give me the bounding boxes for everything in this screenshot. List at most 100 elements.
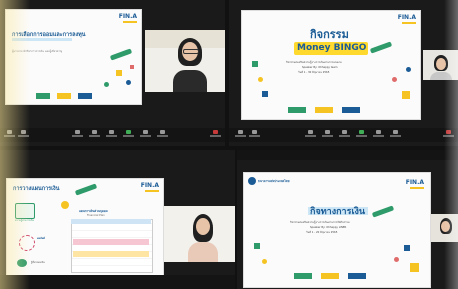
presenter-shirt bbox=[173, 70, 207, 92]
participants-button[interactable] bbox=[322, 130, 333, 139]
share-screen-icon bbox=[126, 130, 131, 134]
record-button[interactable] bbox=[373, 130, 384, 139]
shield-icon bbox=[75, 130, 80, 134]
end-call-icon bbox=[213, 130, 218, 134]
shared-slide-finance-activity: ธนาคารแห่งประเทศไทย FIN.A กิจทางการเงิน … bbox=[243, 172, 431, 288]
decor-yellow-dot bbox=[258, 77, 263, 82]
pencil-icon bbox=[369, 41, 393, 54]
concept-box-3-label: รู้ที่มาของเงิน bbox=[31, 261, 45, 264]
smile-icon bbox=[393, 130, 398, 134]
video-button[interactable] bbox=[249, 130, 260, 139]
decor-blue-square bbox=[404, 245, 410, 251]
decor-blue-square bbox=[262, 91, 268, 97]
logo-underline bbox=[402, 22, 416, 24]
chat-button[interactable] bbox=[339, 130, 350, 139]
mute-button[interactable] bbox=[235, 130, 246, 139]
reactions-button[interactable] bbox=[157, 130, 168, 139]
brand-logo: FIN.A bbox=[140, 182, 159, 189]
pencil-icon bbox=[109, 48, 133, 61]
end-button[interactable] bbox=[443, 130, 454, 139]
share-label bbox=[123, 135, 134, 137]
people-icon bbox=[325, 130, 330, 134]
decor-bottom-bars bbox=[294, 273, 384, 279]
decor-yellow-dot bbox=[262, 259, 267, 264]
bingo-desc-line2: Speaker By: Ohhappy team bbox=[302, 66, 338, 69]
reactions-button[interactable] bbox=[390, 130, 401, 139]
camera-icon bbox=[21, 130, 26, 134]
bingo-desc-line1: กิจกรรมส่งเสริมความรู้ทางการเงินผ่านการเ… bbox=[286, 61, 342, 64]
record-button[interactable] bbox=[140, 130, 151, 139]
meeting-toolbar bbox=[229, 128, 458, 142]
shared-slide-money-bingo: FIN.A กิจกรรม Money BINGO กิจกรรมส่งเสริ… bbox=[241, 10, 421, 120]
decor-red-dot bbox=[392, 77, 397, 82]
concept-box-1-label: ความรู้ทางการเงิน bbox=[15, 219, 34, 222]
meeting-window-bottom-right: ธนาคารแห่งประเทศไทย FIN.A กิจทางการเงิน … bbox=[237, 150, 458, 289]
end-label bbox=[443, 135, 454, 137]
microphone-icon bbox=[238, 130, 243, 134]
plan-table-highlight-2 bbox=[73, 251, 149, 257]
activity-desc-line1: กิจกรรมส่งเสริมความรู้ทางการเงินผ่านการจ… bbox=[290, 221, 350, 224]
security-label bbox=[305, 135, 316, 137]
shield-icon bbox=[308, 130, 313, 134]
microphone-icon bbox=[7, 130, 12, 134]
logo-underline bbox=[145, 190, 159, 192]
participant-face bbox=[441, 221, 450, 232]
decor-green-square bbox=[254, 243, 260, 249]
brand-logo: FIN.A bbox=[397, 14, 416, 21]
video-label bbox=[249, 135, 260, 137]
record-icon bbox=[143, 130, 148, 134]
share-button[interactable] bbox=[123, 130, 134, 139]
decor-bottom-bars bbox=[36, 93, 106, 99]
security-button[interactable] bbox=[305, 130, 316, 139]
chat-icon bbox=[109, 130, 114, 134]
participants-label bbox=[89, 135, 100, 137]
decor-green-square bbox=[252, 61, 258, 67]
meeting-toolbar bbox=[0, 275, 235, 289]
end-label bbox=[210, 135, 221, 137]
org-name: ธนาคารแห่งประเทศไทย bbox=[258, 179, 290, 183]
end-button[interactable] bbox=[210, 130, 221, 139]
money-icon bbox=[17, 259, 27, 267]
share-button[interactable] bbox=[356, 130, 367, 139]
org-logo-icon bbox=[248, 177, 256, 185]
participants-button[interactable] bbox=[89, 130, 100, 139]
meeting-window-bottom-left: FIN.A การวางแผนการเงิน ความรู้ทางการเงิน… bbox=[0, 150, 235, 289]
activity-desc-line3: วันที่ 1 - 20 มิถุนายน 2565 bbox=[306, 231, 338, 234]
activity-title: กิจทางการเงิน bbox=[310, 207, 366, 217]
reactions-label bbox=[157, 135, 168, 137]
decor-green-dot bbox=[104, 82, 109, 87]
shared-slide-savings: FIN.A การเลือกการออมและการลงทุน ผู้บรรยา… bbox=[5, 9, 142, 105]
plan-table-highlight bbox=[73, 239, 149, 245]
record-label bbox=[373, 135, 384, 137]
share-screen-icon bbox=[359, 130, 364, 134]
activity-desc-line2: Speaker By: Ohhappy LINER bbox=[310, 226, 347, 229]
mute-label bbox=[4, 135, 15, 137]
security-button[interactable] bbox=[72, 130, 83, 139]
video-label bbox=[18, 135, 29, 137]
share-label bbox=[356, 135, 367, 137]
video-button[interactable] bbox=[18, 130, 29, 139]
chat-button[interactable] bbox=[106, 130, 117, 139]
meeting-window-top-right: FIN.A กิจกรรม Money BINGO กิจกรรมส่งเสริ… bbox=[229, 0, 458, 146]
logo-underline bbox=[123, 21, 137, 23]
participant-face bbox=[436, 58, 446, 70]
slide-heading: การวางแผนการเงิน bbox=[13, 186, 60, 192]
mute-button[interactable] bbox=[4, 130, 15, 139]
mute-label bbox=[235, 135, 246, 137]
speaker-face bbox=[196, 218, 210, 235]
record-label bbox=[140, 135, 151, 137]
shared-slide-financial-plan: FIN.A การวางแผนการเงิน ความรู้ทางการเงิน… bbox=[6, 178, 164, 284]
participant-video-presenter bbox=[145, 30, 225, 92]
glasses bbox=[183, 49, 199, 54]
chat-label bbox=[106, 135, 117, 137]
bingo-title-line2: Money BINGO bbox=[297, 43, 367, 53]
concept-box-1 bbox=[15, 203, 35, 219]
network-icon bbox=[19, 235, 35, 251]
slide-subtext: ผู้บรรยาย นักวิชาการการเงิน และผู้เชี่ยว… bbox=[12, 50, 63, 53]
end-call-icon bbox=[446, 130, 451, 134]
participant-shirt bbox=[430, 72, 452, 80]
security-label bbox=[72, 135, 83, 137]
meeting-window-top-left: FIN.A การเลือกการออมและการลงทุน ผู้บรรยา… bbox=[0, 0, 225, 146]
speaker-shirt bbox=[188, 242, 218, 262]
decor-blue-dot bbox=[406, 67, 411, 72]
